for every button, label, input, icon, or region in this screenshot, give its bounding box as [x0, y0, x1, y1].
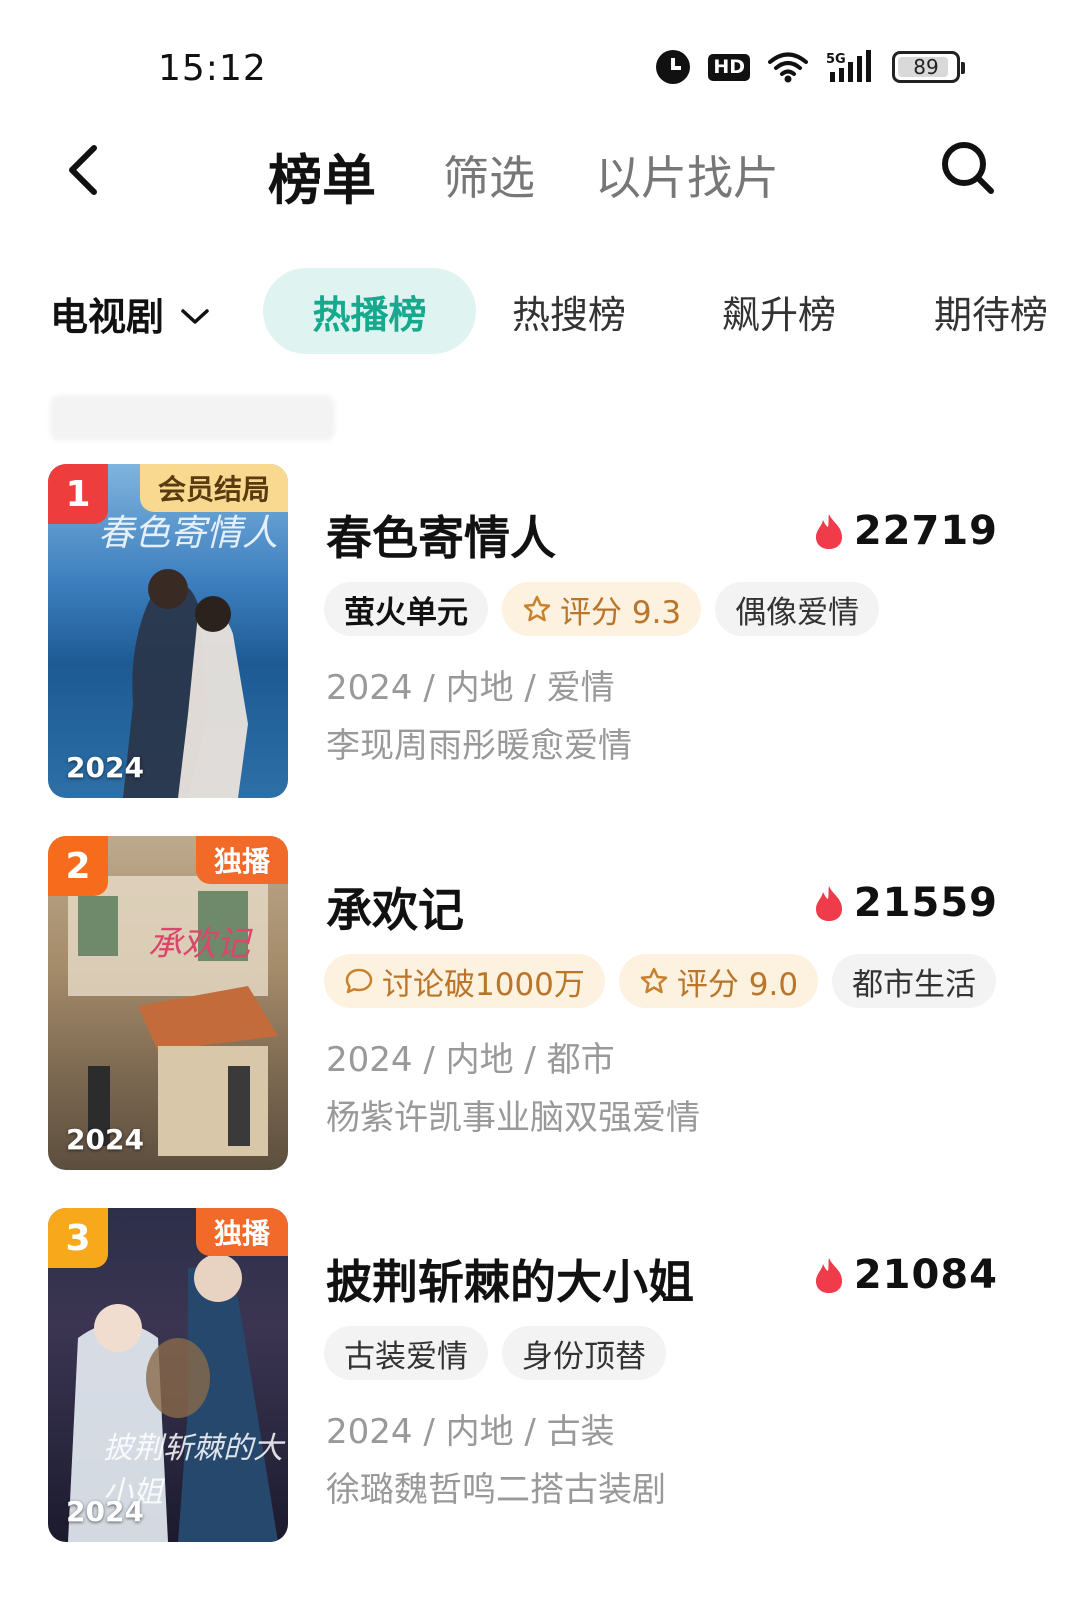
- star-icon: [523, 595, 551, 622]
- poster-image[interactable]: 春色寄情人 1 会员结局 2024: [48, 464, 288, 798]
- heat-value: 22719: [853, 508, 998, 554]
- item-description: 杨紫许凯事业脑双强爱情: [326, 1098, 700, 1138]
- exclusive-tag: 独播: [195, 1208, 288, 1256]
- tab-ranking[interactable]: 榜单: [268, 136, 376, 215]
- tag-brand[interactable]: 萤火单元: [324, 582, 488, 636]
- exclusive-tag: 独播: [195, 836, 288, 884]
- tag-list: 古装爱情 身份顶替: [324, 1326, 666, 1380]
- item-meta: 2024 / 内地 / 都市: [326, 1040, 615, 1080]
- poster-year: 2024: [66, 1495, 144, 1528]
- status-icons: HD 5G 89: [656, 50, 965, 84]
- tag-list: 讨论破1000万 评分 9.0 都市生活: [324, 954, 997, 1008]
- battery-icon: 89: [892, 51, 965, 83]
- chevron-left-icon[interactable]: [60, 140, 110, 200]
- tag-theme[interactable]: 身份顶替: [502, 1326, 666, 1380]
- battery-level: 89: [913, 55, 939, 79]
- blurred-banner: [50, 395, 335, 441]
- flame-icon: [815, 514, 842, 549]
- header: 榜单 筛选 以片找片: [0, 120, 1080, 220]
- list-item[interactable]: 承欢记 2 独播 2024 承欢记 21559 讨论破1000万 评分 9.0 …: [0, 836, 1080, 1176]
- rank-badge: 3: [48, 1208, 108, 1268]
- poster-image[interactable]: 承欢记 2 独播 2024: [48, 836, 288, 1170]
- heat-value: 21559: [853, 880, 998, 926]
- tab-filter[interactable]: 筛选: [443, 142, 535, 208]
- tag-rating[interactable]: 评分 9.0: [618, 954, 819, 1008]
- pill-hot-play[interactable]: 热播榜: [263, 268, 476, 354]
- comment-icon: [345, 968, 373, 994]
- category-label: 电视剧: [50, 295, 165, 339]
- heat-value: 21084: [853, 1252, 998, 1298]
- poster-year: 2024: [66, 751, 144, 784]
- hd-icon: HD: [708, 53, 750, 81]
- list-item[interactable]: 披荆斩棘的大小姐 3 独播 2024 披荆斩棘的大小姐 21084 古装爱情 身…: [0, 1208, 1080, 1548]
- tag-list: 萤火单元 评分 9.3 偶像爱情: [324, 582, 880, 636]
- category-dropdown[interactable]: 电视剧: [50, 286, 210, 341]
- poster-year: 2024: [66, 1123, 144, 1156]
- flame-icon: [815, 1258, 842, 1293]
- item-title[interactable]: 春色寄情人: [326, 502, 556, 568]
- poster-image[interactable]: 披荆斩棘的大小姐 3 独播 2024: [48, 1208, 288, 1542]
- tag-genre[interactable]: 偶像爱情: [715, 582, 880, 636]
- vip-finale-tag: 会员结局: [139, 464, 288, 512]
- star-icon: [640, 967, 668, 994]
- poster-title-art: 承欢记: [148, 924, 250, 964]
- heat-score: 22719: [814, 508, 998, 554]
- rank-badge: 2: [48, 836, 108, 896]
- tag-rating[interactable]: 评分 9.3: [502, 582, 702, 636]
- rank-badge: 1: [48, 464, 108, 524]
- list-item[interactable]: 春色寄情人 1 会员结局 2024 春色寄情人 22719 萤火单元 评分 9.…: [0, 464, 1080, 804]
- item-title[interactable]: 披荆斩棘的大小姐: [326, 1246, 694, 1312]
- item-description: 徐璐魏哲鸣二搭古装剧: [326, 1470, 666, 1510]
- status-bar: 15:12 HD 5G 89: [0, 0, 1080, 140]
- heat-score: 21559: [814, 880, 998, 926]
- item-title[interactable]: 承欢记: [326, 874, 464, 940]
- heat-score: 21084: [814, 1252, 998, 1298]
- search-icon[interactable]: [938, 138, 998, 198]
- tag-genre[interactable]: 都市生活: [832, 954, 997, 1008]
- tab-image-search[interactable]: 以片找片: [595, 142, 779, 208]
- pill-anticipated[interactable]: 期待榜: [934, 268, 1048, 354]
- status-time: 15:12: [158, 48, 267, 89]
- pill-rising[interactable]: 飙升榜: [722, 268, 836, 354]
- signal-5g-icon: 5G: [826, 50, 874, 84]
- network-label: 5G: [826, 52, 846, 67]
- flame-icon: [815, 886, 842, 921]
- category-row: 电视剧 热播榜 热搜榜 飙升榜 期待榜: [0, 268, 1080, 358]
- tag-genre[interactable]: 古装爱情: [324, 1326, 488, 1380]
- item-meta: 2024 / 内地 / 古装: [326, 1412, 615, 1452]
- tag-discussion[interactable]: 讨论破1000万: [324, 954, 605, 1008]
- item-description: 李现周雨彤暖愈爱情: [326, 726, 632, 766]
- chevron-down-icon: [180, 292, 210, 336]
- item-meta: 2024 / 内地 / 爱情: [326, 668, 615, 708]
- wifi-icon: [768, 51, 808, 83]
- pill-hot-search[interactable]: 热搜榜: [512, 268, 626, 354]
- alarm-icon: [656, 50, 691, 84]
